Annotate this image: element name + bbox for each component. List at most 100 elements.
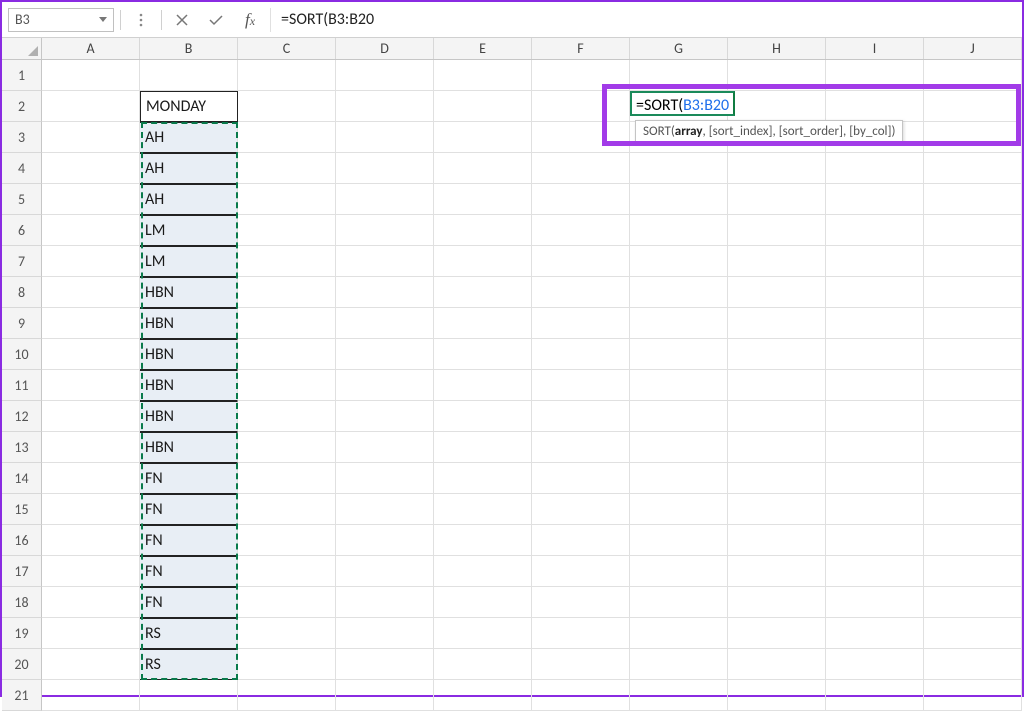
cell[interactable] [42, 246, 140, 277]
cell[interactable] [434, 308, 532, 339]
row-header[interactable]: 3 [2, 122, 42, 153]
col-header[interactable]: F [532, 38, 630, 59]
cell[interactable] [532, 184, 630, 215]
cell[interactable] [924, 587, 1022, 618]
cell[interactable] [434, 91, 532, 122]
cell[interactable] [42, 184, 140, 215]
cell[interactable] [532, 60, 630, 91]
cell[interactable] [336, 463, 434, 494]
cell[interactable] [336, 556, 434, 587]
cell[interactable] [434, 401, 532, 432]
cell[interactable] [924, 370, 1022, 401]
cell[interactable] [532, 587, 630, 618]
cell[interactable]: HBN [140, 277, 238, 308]
cell[interactable] [630, 618, 728, 649]
cell[interactable] [434, 153, 532, 184]
col-header[interactable]: B [140, 38, 238, 59]
cell[interactable] [336, 370, 434, 401]
cell[interactable] [630, 463, 728, 494]
cell[interactable] [924, 122, 1022, 153]
cell[interactable] [728, 60, 826, 91]
cell[interactable] [434, 463, 532, 494]
cell[interactable] [336, 277, 434, 308]
cell[interactable] [728, 401, 826, 432]
enter-button[interactable] [202, 8, 230, 32]
cell[interactable] [336, 401, 434, 432]
cell[interactable] [336, 308, 434, 339]
cell[interactable]: FN [140, 587, 238, 618]
cell[interactable] [336, 432, 434, 463]
cell[interactable] [238, 339, 336, 370]
cell[interactable] [728, 246, 826, 277]
cell[interactable]: HBN [140, 308, 238, 339]
cell[interactable] [826, 432, 924, 463]
cell[interactable] [826, 494, 924, 525]
cell[interactable] [826, 184, 924, 215]
cell[interactable] [238, 587, 336, 618]
cell[interactable] [826, 308, 924, 339]
cell[interactable] [238, 122, 336, 153]
cell[interactable]: LM [140, 246, 238, 277]
cell[interactable] [140, 60, 238, 91]
cell[interactable] [42, 649, 140, 680]
cell[interactable] [630, 432, 728, 463]
cell[interactable] [336, 339, 434, 370]
cell[interactable] [630, 339, 728, 370]
cell[interactable] [532, 463, 630, 494]
cell[interactable] [336, 91, 434, 122]
cell[interactable] [336, 246, 434, 277]
cell[interactable]: HBN [140, 339, 238, 370]
cell[interactable] [238, 215, 336, 246]
cell[interactable] [238, 153, 336, 184]
cell[interactable] [42, 122, 140, 153]
cell[interactable] [42, 432, 140, 463]
cell[interactable] [238, 277, 336, 308]
cell[interactable] [826, 153, 924, 184]
active-cell[interactable]: =SORT(B3:B20 [630, 91, 735, 116]
cell[interactable] [924, 432, 1022, 463]
cell[interactable] [42, 494, 140, 525]
cell[interactable] [434, 215, 532, 246]
cell[interactable] [434, 587, 532, 618]
cell[interactable] [434, 494, 532, 525]
cell[interactable] [728, 370, 826, 401]
cell[interactable] [728, 649, 826, 680]
cell[interactable] [728, 91, 826, 122]
cell[interactable] [630, 215, 728, 246]
row-header[interactable]: 17 [2, 556, 42, 587]
cell[interactable] [826, 587, 924, 618]
cell[interactable] [42, 401, 140, 432]
cell[interactable] [728, 339, 826, 370]
cell[interactable] [630, 525, 728, 556]
cell[interactable] [336, 649, 434, 680]
cell[interactable] [238, 525, 336, 556]
cell[interactable] [826, 91, 924, 122]
cell[interactable] [42, 60, 140, 91]
cell[interactable]: FN [140, 556, 238, 587]
cell[interactable] [238, 246, 336, 277]
cell[interactable] [42, 153, 140, 184]
cell[interactable] [826, 401, 924, 432]
cell[interactable] [924, 556, 1022, 587]
cell[interactable]: HBN [140, 401, 238, 432]
cell[interactable] [924, 525, 1022, 556]
cell[interactable] [826, 215, 924, 246]
cell[interactable] [532, 680, 630, 711]
cell[interactable]: AH [140, 184, 238, 215]
cell[interactable] [728, 494, 826, 525]
cell[interactable] [728, 184, 826, 215]
cell[interactable] [238, 618, 336, 649]
cell[interactable] [238, 649, 336, 680]
select-all-corner[interactable] [2, 38, 42, 59]
cell[interactable]: RS [140, 618, 238, 649]
cell[interactable] [728, 463, 826, 494]
cell[interactable] [924, 215, 1022, 246]
cell[interactable] [238, 401, 336, 432]
cell[interactable] [434, 277, 532, 308]
cell[interactable] [434, 556, 532, 587]
cell[interactable] [728, 153, 826, 184]
cell[interactable] [630, 556, 728, 587]
cell[interactable] [532, 91, 630, 122]
cell[interactable] [532, 556, 630, 587]
cell[interactable] [924, 401, 1022, 432]
